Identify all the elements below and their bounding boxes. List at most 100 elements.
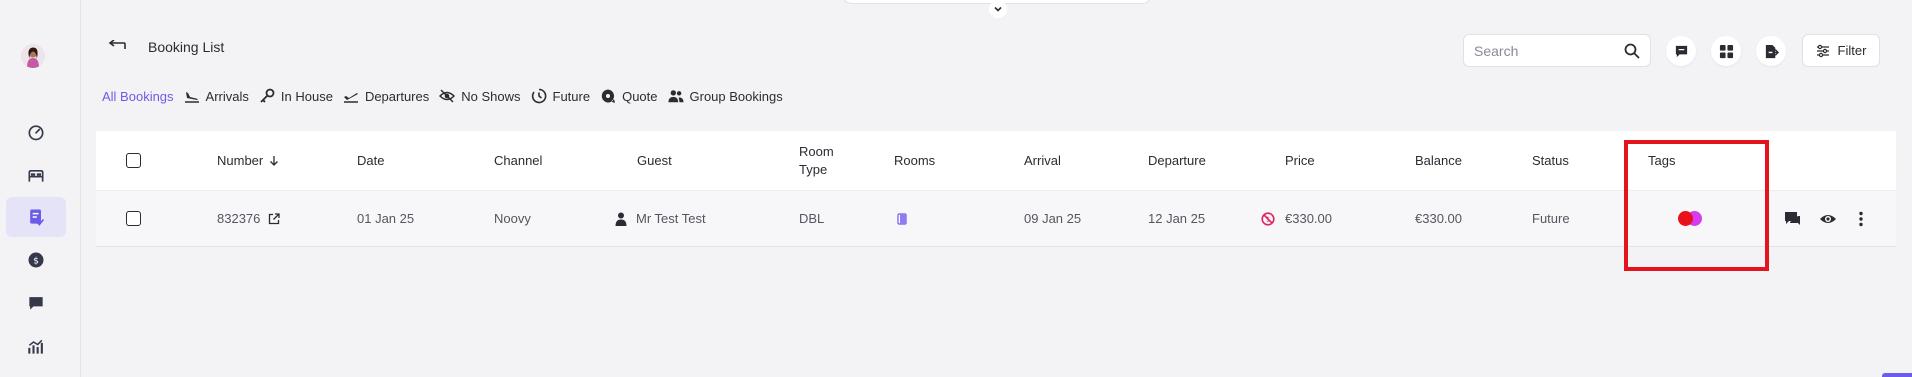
- filter-label: Filter: [1837, 43, 1867, 58]
- arrow-left-icon: [108, 40, 126, 49]
- collapse-toggle[interactable]: [989, 0, 1007, 18]
- tab-label: In House: [280, 88, 333, 104]
- select-all-checkbox[interactable]: [126, 153, 141, 168]
- price-cell: $ €330.00: [1261, 191, 1332, 246]
- sidebar-item-bookings[interactable]: [6, 197, 66, 237]
- tab-departures[interactable]: Departures: [343, 88, 429, 104]
- tab-label: No Shows: [461, 88, 521, 104]
- column-header-room-type[interactable]: Room Type: [799, 131, 834, 190]
- guest-name[interactable]: Mr Test Test: [636, 211, 706, 226]
- grid-view-button[interactable]: [1711, 36, 1741, 66]
- tab-label: Future: [552, 88, 591, 104]
- eye-off-icon: [439, 89, 456, 103]
- messages-button[interactable]: [1666, 36, 1696, 66]
- column-header-channel[interactable]: Channel: [494, 131, 542, 190]
- column-header-date[interactable]: Date: [357, 131, 384, 190]
- sidebar-item-reports[interactable]: [6, 327, 66, 367]
- row-view-button[interactable]: [1819, 191, 1837, 246]
- row-more-button[interactable]: [1859, 191, 1863, 246]
- more-vertical-icon: [1859, 211, 1863, 226]
- svg-text:$: $: [33, 255, 39, 266]
- tags-highlight-box: [1624, 140, 1769, 271]
- coin-icon: $: [28, 252, 44, 268]
- tab-label: Departures: [364, 88, 430, 104]
- clock-icon: [531, 88, 546, 104]
- export-file-icon: [1765, 44, 1779, 58]
- sidebar: $: [0, 0, 81, 377]
- tag-dot-red[interactable]: [1678, 211, 1693, 226]
- chat-icon: [29, 297, 43, 310]
- sliders-icon: [1816, 44, 1829, 57]
- export-button[interactable]: [1756, 36, 1786, 66]
- page-header: Booking List: [106, 36, 224, 58]
- select-all-cell: [126, 131, 141, 190]
- search-icon[interactable]: [1624, 43, 1640, 59]
- chat-icon: [1785, 211, 1800, 225]
- column-header-number[interactable]: Number: [217, 131, 279, 190]
- external-link-icon[interactable]: [268, 212, 281, 225]
- tab-future[interactable]: Future: [531, 88, 591, 104]
- row-select-cell: [126, 191, 141, 246]
- balance-value: €330.00: [1415, 211, 1462, 226]
- row-checkbox[interactable]: [126, 211, 141, 226]
- tab-arrivals[interactable]: Arrivals: [184, 88, 249, 104]
- sidebar-item-rooms[interactable]: [6, 155, 66, 195]
- tab-label: Quote: [622, 88, 658, 104]
- row-message-button[interactable]: [1784, 191, 1801, 246]
- sidebar-item-messages[interactable]: [6, 283, 66, 323]
- column-header-balance[interactable]: Balance: [1415, 131, 1462, 190]
- column-header-departure[interactable]: Departure: [1148, 131, 1206, 190]
- tab-all-bookings[interactable]: All Bookings: [102, 89, 174, 104]
- bed-icon: [28, 170, 44, 182]
- tab-no-shows[interactable]: No Shows: [439, 88, 521, 104]
- no-payment-icon: $: [1261, 211, 1275, 226]
- column-header-rooms[interactable]: Rooms: [894, 131, 935, 190]
- sort-arrow-down-icon[interactable]: [269, 155, 279, 166]
- tab-label: All Bookings: [102, 88, 174, 104]
- booking-number[interactable]: 832376: [217, 211, 260, 226]
- arrival-date: 09 Jan 25: [1024, 211, 1082, 226]
- chart-icon: [28, 339, 43, 354]
- plane-takeoff-icon: [343, 93, 358, 103]
- search-box[interactable]: [1463, 34, 1651, 67]
- chat-icon: [1675, 45, 1687, 57]
- column-header-status[interactable]: Status: [1532, 131, 1569, 190]
- price-value: €330.00: [1285, 211, 1332, 226]
- filter-button[interactable]: Filter: [1802, 34, 1880, 67]
- door-icon[interactable]: [897, 212, 907, 225]
- column-header-arrival[interactable]: Arrival: [1024, 131, 1061, 190]
- tab-label: Arrivals: [205, 88, 249, 104]
- eye-icon: [1820, 214, 1836, 223]
- grid-icon: [1719, 44, 1733, 58]
- page-title: Booking List: [148, 39, 225, 55]
- booking-number-cell: 832376: [217, 191, 281, 246]
- back-button[interactable]: [106, 36, 128, 58]
- tab-in-house[interactable]: In House: [259, 88, 333, 104]
- group-icon: [667, 90, 684, 103]
- chevron-down-icon: [994, 6, 1002, 12]
- room-type: DBL: [799, 211, 825, 226]
- booking-tabs: All Bookings Arrivals In House Departure…: [102, 88, 783, 104]
- tab-group-bookings[interactable]: Group Bookings: [667, 88, 783, 104]
- tab-quote[interactable]: Quote: [600, 88, 658, 104]
- booking-icon: [30, 209, 45, 226]
- column-header-price[interactable]: Price: [1285, 131, 1315, 190]
- tab-label: Group Bookings: [689, 88, 783, 104]
- gauge-icon: [28, 125, 44, 141]
- booking-channel: Noovy: [494, 211, 531, 226]
- column-label: Type: [799, 161, 828, 177]
- quote-icon: [601, 89, 616, 103]
- guest-cell: Mr Test Test: [615, 191, 706, 246]
- sidebar-item-dashboard[interactable]: [6, 112, 66, 152]
- key-icon: [260, 88, 275, 103]
- search-input[interactable]: [1474, 42, 1614, 59]
- status-value: Future: [1532, 211, 1570, 226]
- person-icon: [615, 212, 627, 226]
- column-label: Number: [217, 153, 264, 168]
- departure-date: 12 Jan 25: [1148, 211, 1206, 226]
- avatar[interactable]: [21, 44, 45, 68]
- corner-widget-edge[interactable]: [1882, 373, 1912, 377]
- sidebar-item-payments[interactable]: $: [6, 240, 66, 280]
- column-header-guest[interactable]: Guest: [637, 131, 672, 190]
- plane-landing-icon: [184, 92, 199, 103]
